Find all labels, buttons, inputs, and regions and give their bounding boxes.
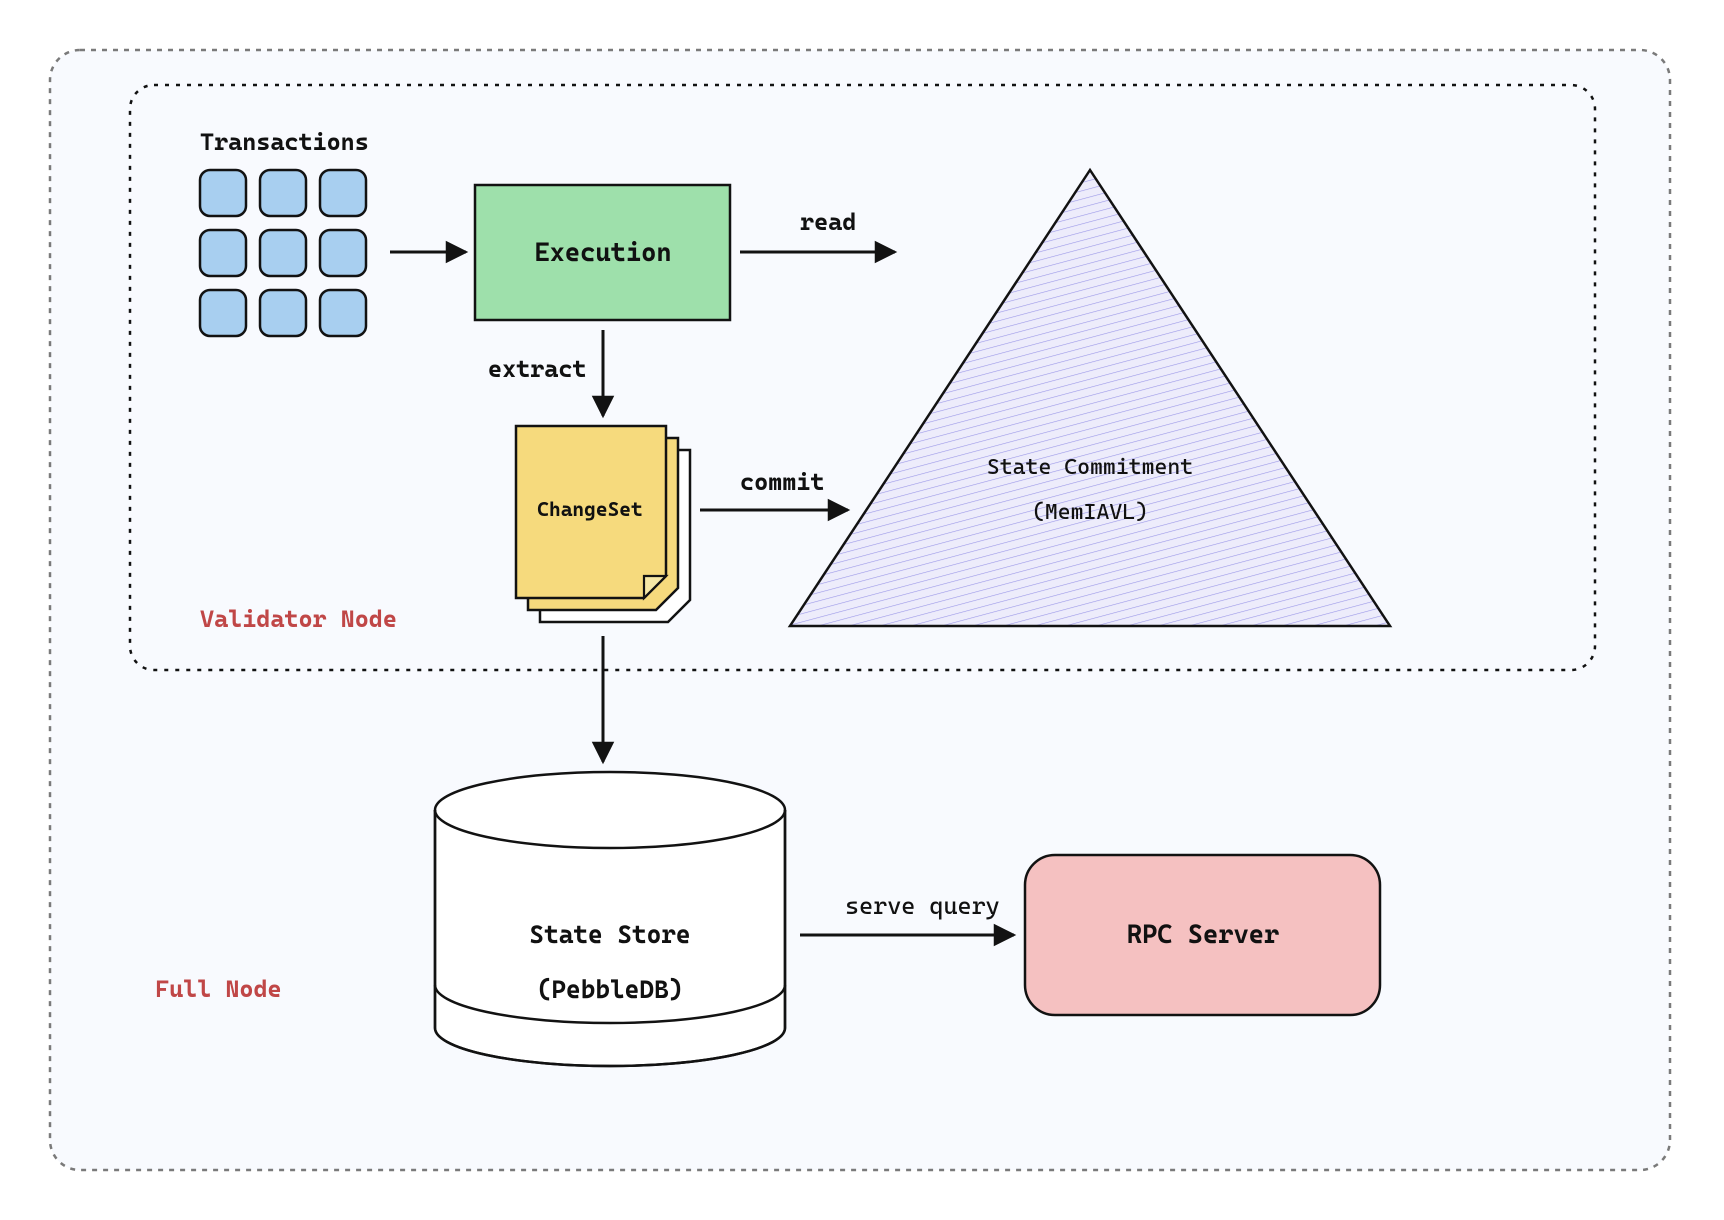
- rpc-server-label: RPC Server: [1127, 920, 1279, 950]
- state-commitment-line2: (MemIAVL): [1032, 500, 1148, 525]
- full-node-label: Full Node: [155, 975, 282, 1003]
- changeset-stack: [516, 426, 690, 622]
- state-commitment-line1: State Commitment: [987, 455, 1193, 480]
- state-store-line1: State Store: [529, 920, 690, 949]
- transactions-label: Transactions: [200, 128, 369, 156]
- changeset-label: ChangeSet: [537, 497, 642, 521]
- serve-query-label: serve query: [845, 892, 1000, 920]
- extract-label: extract: [488, 355, 586, 383]
- diagram-canvas: Transactions Execution read extract Chan…: [0, 0, 1724, 1220]
- read-label: read: [800, 208, 856, 236]
- validator-node-label: Validator Node: [200, 605, 397, 633]
- state-store-line2: (PebbleDB): [537, 975, 683, 1004]
- commit-label: commit: [740, 468, 824, 496]
- state-store-cylinder: [435, 772, 785, 1066]
- execution-label: Execution: [534, 238, 671, 268]
- transactions-grid: [200, 170, 366, 336]
